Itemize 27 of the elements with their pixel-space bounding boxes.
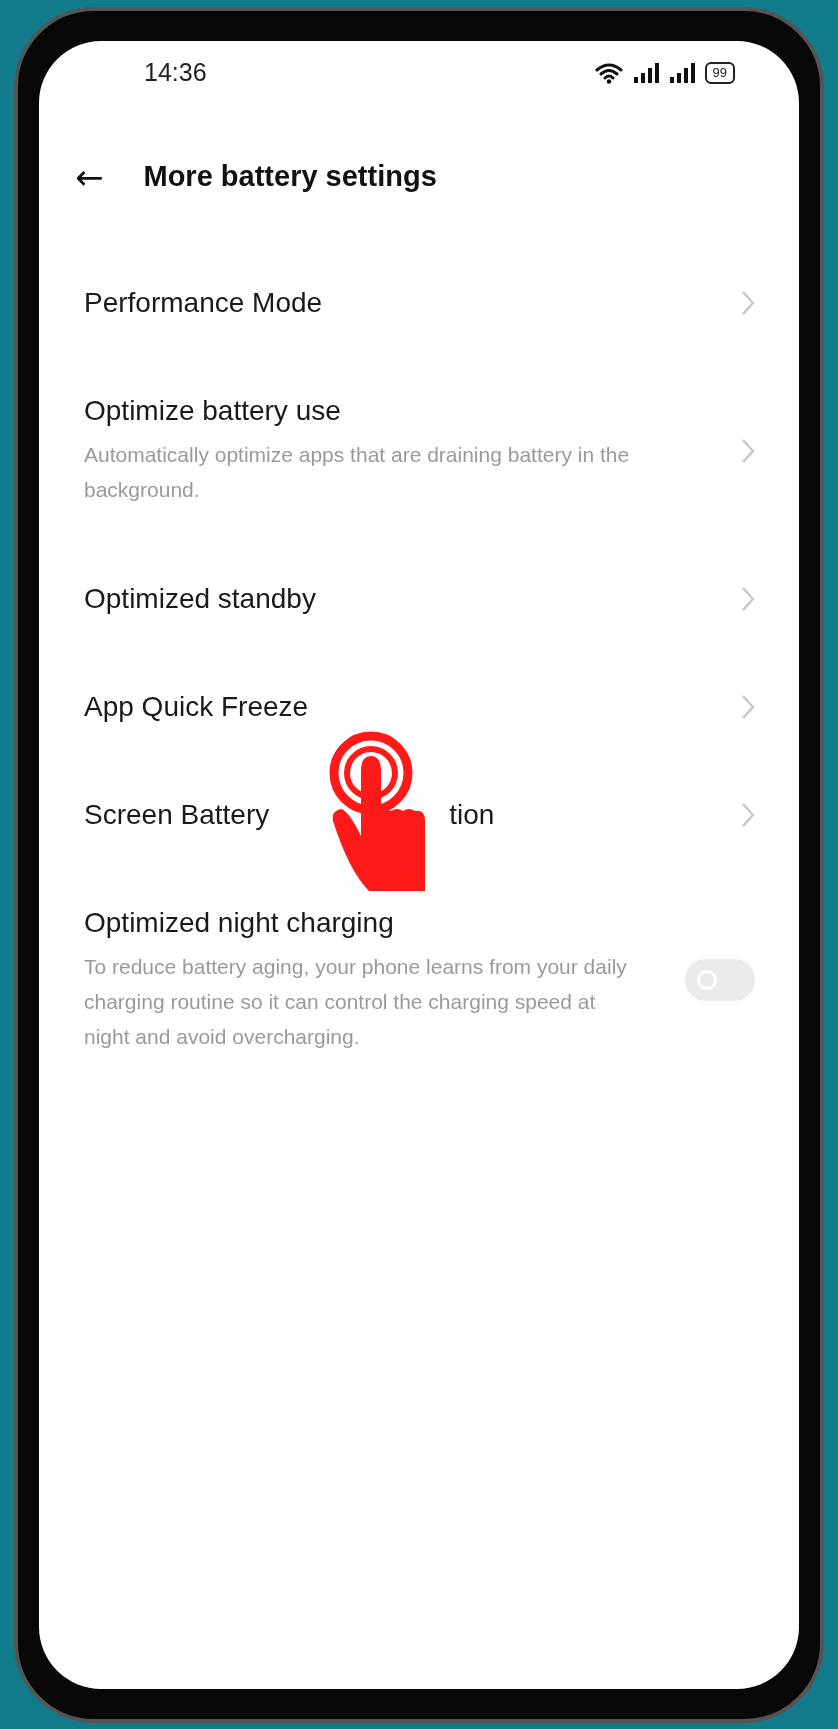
back-button[interactable]: ←: [75, 156, 104, 197]
chevron-right-icon: [741, 801, 755, 828]
settings-row[interactable]: Performance Mode: [39, 248, 799, 357]
signal-icon: [632, 62, 659, 83]
chevron-right-icon: [741, 289, 755, 316]
settings-row[interactable]: Optimized standby: [39, 544, 799, 653]
row-title: App Quick Freeze: [84, 690, 309, 723]
chevron-right-icon: [741, 585, 755, 612]
row-description: To reduce battery aging, your phone learns from your daily charging routine so it can control the charging speed at night and avoid overcharging.: [84, 953, 628, 1050]
wifi-icon: [594, 61, 623, 84]
settings-row[interactable]: App Quick Freeze: [39, 652, 799, 761]
row-title: Optimized standby: [84, 582, 316, 615]
signal-icon: [668, 62, 695, 83]
chevron-right-icon: [741, 437, 755, 464]
row-title: Screen Battery: [84, 798, 270, 831]
status-time: 14:36: [144, 58, 207, 87]
settings-row[interactable]: Optimized night charging To reduce battery aging, your phone learns from your daily charging routine so it can control the charging speed at night and avoid overcharging.: [39, 868, 799, 1092]
page-title: More battery settings: [143, 160, 437, 193]
row-title: Optimized night charging: [84, 906, 395, 939]
settings-row[interactable]: Screen Battery tion: [39, 760, 799, 869]
row-description: Automatically optimize apps that are draining battery in the background.: [84, 441, 631, 503]
row-title: Optimize battery use: [84, 394, 342, 427]
chevron-right-icon: [741, 693, 755, 720]
row-title: tion: [449, 798, 495, 831]
settings-row[interactable]: Optimize battery use Automatically optimize apps that are draining battery in the background.: [39, 356, 799, 545]
row-title: Performance Mode: [84, 286, 323, 319]
battery-indicator: 99: [704, 61, 735, 84]
